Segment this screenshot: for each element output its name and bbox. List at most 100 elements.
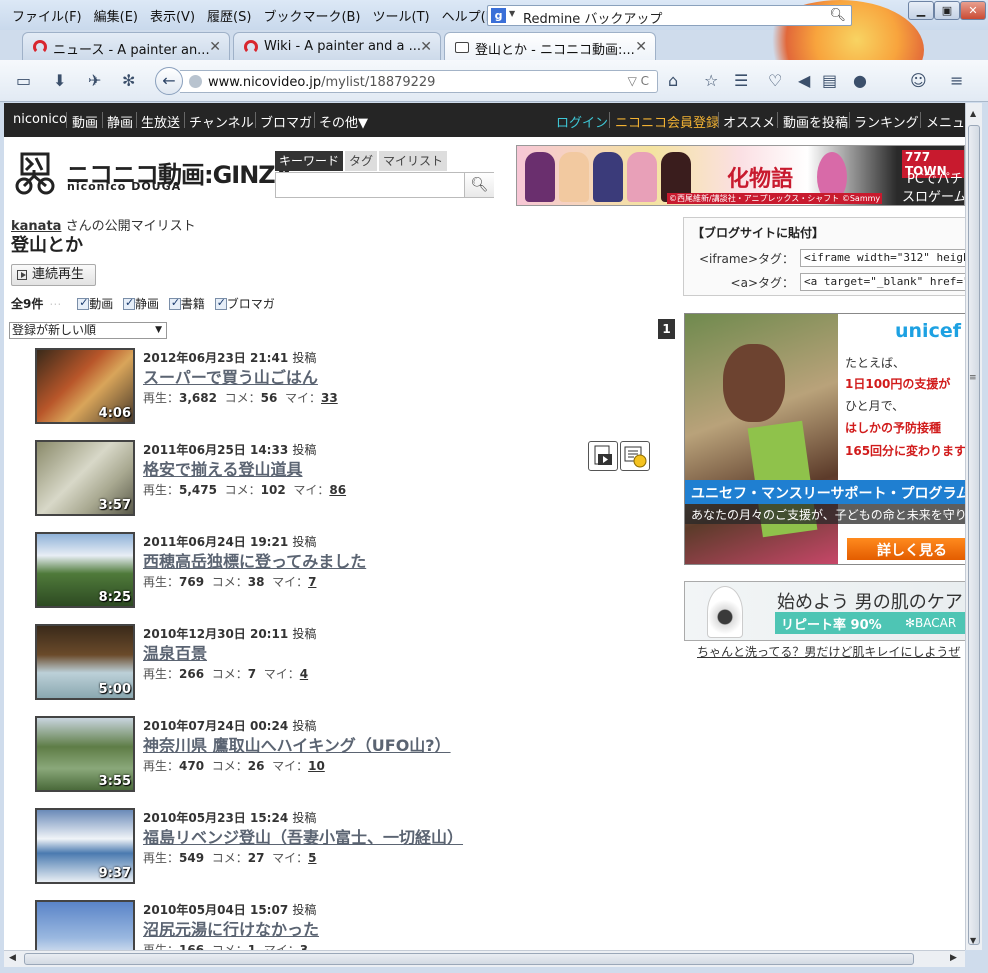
video-title-link[interactable]: 温泉百景	[143, 640, 207, 664]
continuous-play-button[interactable]: 連続再生	[11, 264, 96, 286]
add-mylist-icon[interactable]	[620, 441, 650, 471]
nav-channel[interactable]: チャンネル	[189, 112, 254, 131]
mylist-count-link[interactable]: 10	[308, 759, 325, 773]
nav-login[interactable]: ログイン	[556, 112, 608, 131]
close-window-button[interactable]: ✕	[960, 1, 986, 20]
a-tag-code-input[interactable]: <a target="_blank" href="http:/	[800, 273, 965, 291]
vertical-scrollbar[interactable]: ▲ ≡ ▼	[965, 103, 982, 950]
tab-mylist[interactable]: 登山とか - ニコニコ動画:... ✕	[444, 32, 656, 60]
browser-search-input[interactable]: Redmine バックアップ	[523, 8, 662, 27]
vertical-scroll-thumb[interactable]	[968, 125, 980, 945]
play-video-icon[interactable]	[588, 441, 618, 471]
hamburger-menu-icon[interactable]: ≡	[950, 71, 963, 90]
filter-seiga-checkbox[interactable]	[123, 296, 136, 310]
video-thumbnail[interactable]: 8:25	[35, 532, 135, 608]
nav-recommend[interactable]: オススメ	[723, 112, 775, 131]
search-engine-dropdown-icon[interactable]: ▼	[509, 9, 515, 18]
filter-video-checkbox[interactable]	[77, 296, 90, 310]
card-icon[interactable]: ▤	[822, 71, 837, 90]
mylist-count-link[interactable]: 4	[300, 667, 308, 681]
video-title-link[interactable]: 神奈川県 鷹取山へハイキング（UFO山?）	[143, 732, 451, 756]
search-tab-mylist[interactable]: マイリスト	[379, 151, 447, 171]
nav-more[interactable]: その他▼	[319, 112, 368, 131]
download-icon[interactable]: ⬇	[53, 71, 66, 90]
tab-wiki[interactable]: Wiki - A painter and a ... ✕	[233, 32, 441, 60]
menu-edit[interactable]: 編集(E)	[94, 10, 138, 25]
filter-blomaga-checkbox[interactable]	[214, 296, 227, 310]
maximize-button[interactable]: ▣	[934, 1, 960, 20]
extension-icon[interactable]: ●	[853, 71, 867, 90]
scroll-up-icon[interactable]: ▲	[970, 109, 976, 118]
nav-upload[interactable]: 動画を投稿	[783, 112, 848, 131]
video-thumbnail[interactable]	[35, 900, 135, 950]
mylist-count-link[interactable]: 33	[321, 391, 338, 405]
home-icon[interactable]: ⌂	[668, 71, 678, 90]
site-search-input[interactable]	[275, 172, 494, 198]
site-search-button[interactable]: 🔍︎	[464, 173, 494, 197]
mylist-count-link[interactable]: 3	[300, 943, 308, 950]
skincare-ad-link[interactable]: ちゃんと洗ってる？男だけど肌キレイにしようぜ	[697, 643, 960, 660]
video-thumbnail[interactable]: 3:55	[35, 716, 135, 792]
video-title-link[interactable]: 沼尻元湯に行けなかった	[143, 916, 319, 940]
scroll-right-icon[interactable]: ▶	[950, 953, 957, 963]
google-icon[interactable]: g	[491, 8, 506, 23]
video-title-link[interactable]: スーパーで買う山ごはん	[143, 364, 318, 388]
sort-select[interactable]: 登録が新しい順 ▼	[9, 322, 167, 339]
horizontal-scrollbar[interactable]: ◀ ▶	[4, 950, 965, 967]
nav-ranking[interactable]: ランキング	[854, 112, 919, 131]
url-text[interactable]: www.nicovideo.jp/mylist/18879229	[208, 75, 435, 90]
nav-blomaga[interactable]: ブロマガ	[260, 112, 312, 131]
menu-tools[interactable]: ツール(T)	[373, 10, 430, 25]
nav-niconico[interactable]: niconico	[13, 112, 67, 127]
menu-bookmarks[interactable]: ブックマーク(B)	[263, 10, 360, 25]
video-title-link[interactable]: 格安で揃える登山道具	[143, 456, 303, 480]
ad-more-button[interactable]: 詳しく見る	[847, 538, 965, 560]
nav-live[interactable]: 生放送	[141, 112, 180, 131]
bookmarks-list-icon[interactable]: ☰	[734, 71, 748, 90]
send-icon[interactable]: ◀	[798, 71, 810, 90]
mylist-count-link[interactable]: 5	[308, 851, 316, 865]
menu-history[interactable]: 履歴(S)	[207, 10, 251, 25]
smiley-icon[interactable]: ☺	[910, 71, 927, 90]
unicef-ad[interactable]: unicef たとえば、 1日100円の支援が ひと月で、 はしかの予防接種 1…	[684, 313, 965, 565]
browser-search-bar[interactable]: g ▼ Redmine バックアップ 🔍︎	[487, 5, 852, 27]
back-button[interactable]: ←	[155, 67, 183, 95]
tab-news[interactable]: ニュース - A painter an... ✕	[22, 32, 230, 60]
scroll-down-icon[interactable]: ▼	[970, 936, 976, 945]
search-tab-tag[interactable]: タグ	[345, 151, 377, 171]
video-thumbnail[interactable]: 4:06	[35, 348, 135, 424]
horizontal-scroll-thumb[interactable]	[24, 953, 914, 965]
close-tab-icon[interactable]: ✕	[420, 39, 432, 55]
nav-register[interactable]: ニコニコ会員登録	[615, 112, 719, 131]
mylist-count-link[interactable]: 7	[308, 575, 316, 589]
reload-icon[interactable]: ▽ C	[628, 74, 649, 88]
bookmark-star-icon[interactable]: ☆	[704, 71, 718, 90]
search-icon[interactable]: 🔍︎	[829, 8, 846, 23]
close-tab-icon[interactable]: ✕	[635, 39, 647, 55]
pocket-icon[interactable]: ♡	[768, 71, 782, 90]
search-tab-keyword[interactable]: キーワード	[275, 151, 343, 171]
filter-book-checkbox[interactable]	[168, 296, 181, 310]
scroll-left-icon[interactable]: ◀	[9, 953, 16, 963]
iframe-code-input[interactable]: <iframe width="312" height="1	[800, 249, 965, 267]
minimize-button[interactable]: ▁	[908, 1, 934, 20]
addon-icon[interactable]: ✈	[88, 71, 101, 90]
nav-menu[interactable]: メニュ	[926, 112, 965, 131]
close-tab-icon[interactable]: ✕	[209, 39, 221, 55]
menu-file[interactable]: ファイル(F)	[12, 10, 82, 25]
video-title-link[interactable]: 福島リベンジ登山（吾妻小富士、一切経山）	[143, 824, 463, 848]
window-icon[interactable]: ▭	[16, 71, 31, 90]
nav-seiga[interactable]: 静画	[107, 112, 133, 131]
nav-douga[interactable]: 動画	[72, 112, 98, 131]
menu-view[interactable]: 表示(V)	[150, 10, 195, 25]
video-title-link[interactable]: 西穂高岳独標に登ってみました	[143, 548, 366, 572]
banner-ad[interactable]: 化物語 777 TOWN PCでパチ スロゲーム ©西尾維新/講談社・アニプレッ…	[516, 145, 965, 206]
share-icon[interactable]: ✻	[122, 71, 135, 90]
video-thumbnail[interactable]: 5:00	[35, 624, 135, 700]
niconico-logo-icon[interactable]	[12, 150, 58, 196]
url-bar[interactable]: www.nicovideo.jp/mylist/18879229 ▽ C	[180, 70, 658, 93]
video-thumbnail[interactable]: 9:37	[35, 808, 135, 884]
video-thumbnail[interactable]: 3:57	[35, 440, 135, 516]
mylist-count-link[interactable]: 86	[329, 483, 346, 497]
skincare-ad[interactable]: 始めよう 男の肌のケア リピート率 90% ✻BACAR	[684, 581, 965, 641]
